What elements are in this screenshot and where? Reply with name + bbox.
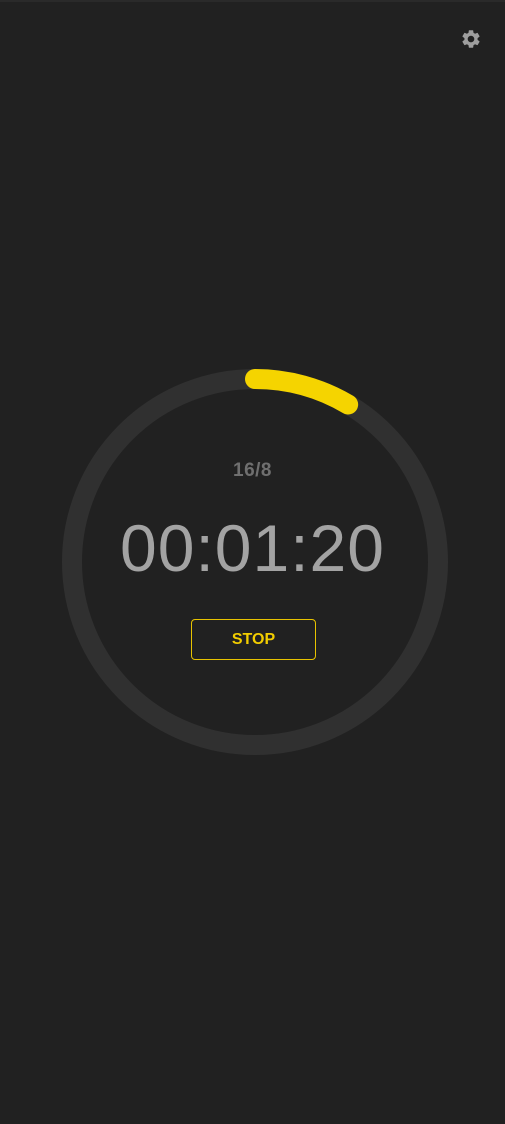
stop-button[interactable]: STOP — [191, 619, 316, 660]
fasting-plan-label: 16/8 — [233, 460, 272, 481]
gear-icon — [462, 30, 480, 48]
progress-arc — [245, 369, 359, 415]
status-bar-edge — [0, 0, 505, 2]
fasting-timer-screen: 16/8 00:01:20 STOP — [0, 0, 505, 1124]
elapsed-time: 00:01:20 — [120, 511, 385, 585]
settings-button[interactable] — [458, 26, 484, 52]
